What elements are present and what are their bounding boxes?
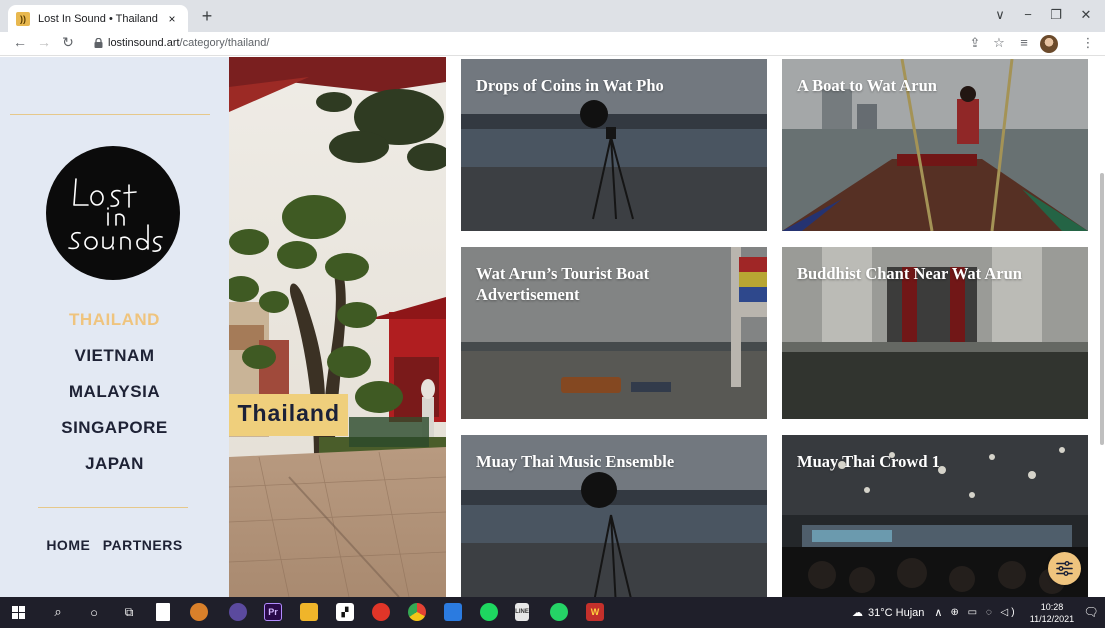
- post-card-buddhist-chant[interactable]: Buddhist Chant Near Wat Arun: [782, 247, 1088, 419]
- card-title: Muay Thai Crowd 1: [797, 452, 940, 471]
- windows-start-icon[interactable]: [12, 606, 25, 619]
- site-logo[interactable]: [46, 146, 180, 280]
- post-card-boat-to-wat-arun[interactable]: A Boat to Wat Arun: [782, 59, 1088, 231]
- card-title: Buddhist Chant Near Wat Arun: [797, 264, 1022, 283]
- system-clock[interactable]: 10:28 11/12/2021: [1029, 601, 1075, 625]
- post-card-muay-thai-ensemble[interactable]: Muay Thai Music Ensemble: [461, 435, 767, 597]
- address-toolbar: ← → ↻ lostinsound.art/category/thailand/…: [0, 32, 1105, 56]
- nav-vietnam[interactable]: VIETNAM: [0, 346, 229, 366]
- tab-title: Lost In Sound • Thailand: [38, 12, 158, 25]
- share-icon[interactable]: ⇪: [965, 35, 985, 51]
- bottom-nav: HOME PARTNERS: [0, 537, 229, 553]
- tab-close-icon[interactable]: ×: [164, 12, 180, 26]
- lock-icon[interactable]: [94, 38, 103, 48]
- hero-label-text: Thailand: [237, 400, 340, 426]
- post-card-tourist-boat-ad[interactable]: Wat Arun’s Tourist Boat Advertisement: [461, 247, 767, 419]
- card-title: Drops of Coins in Wat Pho: [476, 76, 664, 95]
- app-orange-icon[interactable]: [190, 603, 208, 621]
- weather-text[interactable]: 31°C Hujan: [868, 607, 924, 619]
- weather-cloud-icon[interactable]: ☁: [852, 606, 863, 619]
- nav-japan[interactable]: JAPAN: [0, 454, 229, 474]
- nav-partners[interactable]: PARTNERS: [103, 537, 183, 553]
- sliders-icon: [1056, 561, 1073, 576]
- whatsapp-icon[interactable]: [550, 603, 568, 621]
- card-title: A Boat to Wat Arun: [797, 76, 937, 95]
- app-blackwhite-icon[interactable]: ▞: [336, 603, 354, 621]
- task-view-icon[interactable]: ⧉: [120, 603, 138, 621]
- tab-search-icon[interactable]: ∨: [988, 7, 1012, 23]
- clock-date: 11/12/2021: [1029, 614, 1075, 624]
- filter-fab-button[interactable]: [1048, 552, 1081, 585]
- search-icon[interactable]: ⌕: [49, 603, 67, 621]
- nav-malaysia[interactable]: MALAYSIA: [0, 382, 229, 402]
- app-red-icon[interactable]: W: [586, 603, 604, 621]
- new-tab-button[interactable]: +: [196, 6, 218, 28]
- profile-avatar[interactable]: [1040, 35, 1058, 53]
- tab-strip: )) Lost In Sound • Thailand × + ∨ − ❐ ✕: [0, 0, 1105, 32]
- nav-home[interactable]: HOME: [46, 537, 90, 553]
- sidebar-divider-bottom: [38, 507, 188, 508]
- tray-icons[interactable]: ⊕ ▭ ◌ ◁): [950, 607, 1017, 618]
- card-title: Wat Arun’s Tourist Boat Advertisement: [476, 264, 650, 304]
- app-blue-icon[interactable]: [444, 603, 462, 621]
- url-path: /category/thailand/: [179, 37, 270, 49]
- opera-icon[interactable]: [372, 603, 390, 621]
- sidebar-divider-top: [10, 114, 210, 115]
- post-card-drops-of-coins[interactable]: Drops of Coins in Wat Pho: [461, 59, 767, 231]
- site-favicon-icon: )): [16, 11, 30, 26]
- hero-photo: [229, 57, 446, 597]
- menu-kebab-icon[interactable]: ⋮: [1078, 35, 1098, 51]
- file-explorer-icon[interactable]: [300, 603, 318, 621]
- close-window-button[interactable]: ✕: [1074, 7, 1098, 23]
- hero-country-label: Thailand: [229, 394, 348, 436]
- file-icon[interactable]: [156, 603, 170, 621]
- logo-lettering: [68, 178, 163, 252]
- premiere-pro-icon[interactable]: Pr: [264, 603, 282, 621]
- url-field[interactable]: lostinsound.art/category/thailand/: [108, 37, 269, 49]
- forward-arrow-icon[interactable]: →: [34, 34, 54, 50]
- back-arrow-icon[interactable]: ←: [10, 34, 30, 50]
- system-tray: ☁ 31°C Hujan ∧ ⊕ ▭ ◌ ◁): [852, 597, 1018, 628]
- line-icon[interactable]: LINE: [515, 603, 529, 621]
- app-purple-icon[interactable]: [229, 603, 247, 621]
- minimize-button[interactable]: −: [1016, 7, 1040, 22]
- chevron-up-icon[interactable]: ∧: [934, 606, 942, 619]
- maximize-button[interactable]: ❐: [1044, 7, 1068, 23]
- cortana-icon[interactable]: ○: [85, 603, 103, 621]
- spotify-icon[interactable]: [480, 603, 498, 621]
- nav-thailand[interactable]: THAILAND: [0, 310, 229, 330]
- sidebar: THAILAND VIETNAM MALAYSIA SINGAPORE JAPA…: [0, 57, 229, 597]
- clock-time: 10:28: [1040, 602, 1064, 612]
- url-domain: lostinsound.art: [108, 37, 180, 49]
- browser-window: )) Lost In Sound • Thailand × + ∨ − ❐ ✕ …: [0, 0, 1105, 628]
- nav-singapore[interactable]: SINGAPORE: [0, 418, 229, 438]
- bookmark-star-icon[interactable]: ☆: [989, 35, 1009, 51]
- reload-icon[interactable]: ↻: [58, 34, 78, 51]
- hero-photo-illustration: [229, 57, 446, 597]
- notification-icon[interactable]: 🗨: [1082, 603, 1100, 621]
- web-page: THAILAND VIETNAM MALAYSIA SINGAPORE JAPA…: [0, 57, 1105, 597]
- card-title: Muay Thai Music Ensemble: [476, 452, 675, 471]
- browser-tab[interactable]: )) Lost In Sound • Thailand ×: [8, 5, 188, 32]
- post-card-muay-thai-crowd[interactable]: Muay Thai Crowd 1: [782, 435, 1088, 597]
- page-scrollbar-thumb[interactable]: [1100, 173, 1104, 445]
- windows-taskbar: ⌕ ○ ⧉ Pr ▞ LINE W ☁ 31°C Hujan ∧ ⊕ ▭ ◌ ◁…: [0, 597, 1105, 628]
- chrome-icon[interactable]: [408, 603, 426, 621]
- reading-list-icon[interactable]: ≡: [1014, 35, 1034, 50]
